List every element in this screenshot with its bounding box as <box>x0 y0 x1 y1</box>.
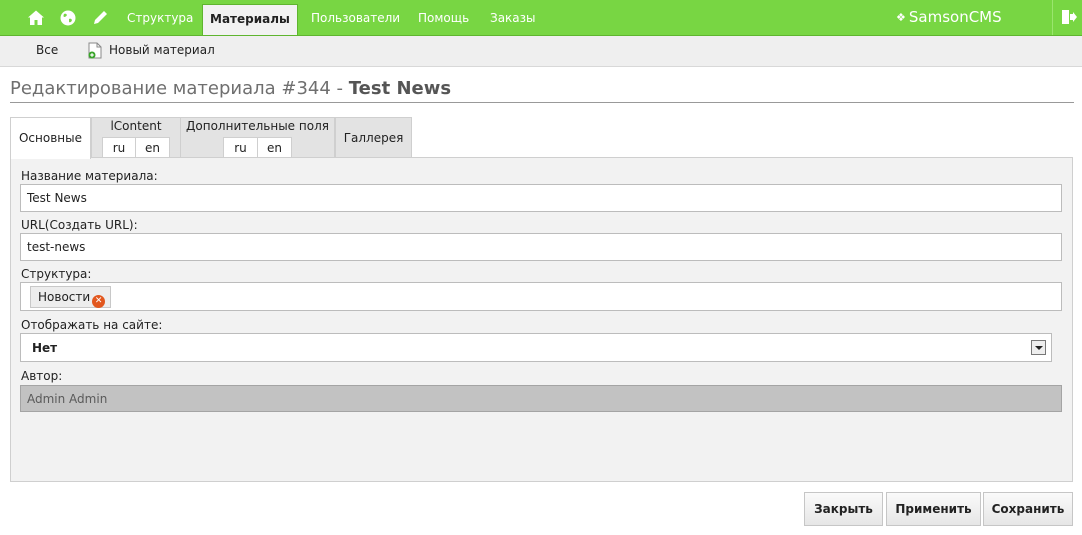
page-title: Редактирование материала #344 - Test New… <box>10 78 451 99</box>
author-field: Admin Admin <box>20 385 1062 412</box>
apply-button[interactable]: Применить <box>886 492 981 526</box>
page-title-name: Test News <box>348 78 452 99</box>
dropdown-arrow-icon[interactable] <box>1031 340 1046 355</box>
visible-label: Отображать на сайте: <box>21 318 163 332</box>
material-name-field[interactable]: Test News <box>20 184 1062 212</box>
material-name-label: Название материала: <box>21 169 158 183</box>
nav-users[interactable]: Пользователи <box>311 0 400 35</box>
structure-tag: Новости ✕ <box>30 286 112 308</box>
tab-lcontent-lang-ru[interactable]: ru <box>102 137 136 158</box>
nav-structure[interactable]: Структура <box>127 0 193 35</box>
tab-main-label: Основные <box>18 131 82 145</box>
structure-tag-label: Новости <box>38 290 91 304</box>
top-navigation-bar: Структура Материалы Пользователи Помощь … <box>0 0 1082 36</box>
tab-gallery[interactable]: Галлерея <box>335 117 412 158</box>
tab-extra-fields[interactable]: Дополнительные поля ru en <box>180 117 335 158</box>
url-field[interactable]: test-news <box>20 233 1062 261</box>
page-title-prefix: Редактирование материала #344 - <box>10 78 349 99</box>
tab-gallery-label: Галлерея <box>343 131 404 145</box>
pencil-icon[interactable] <box>91 9 109 27</box>
tab-extra-fields-lang-ru[interactable]: ru <box>223 137 258 158</box>
title-divider <box>10 102 1074 103</box>
close-button[interactable]: Закрыть <box>804 492 883 526</box>
visible-select[interactable]: Нет <box>20 333 1052 362</box>
new-document-icon[interactable] <box>88 42 102 59</box>
tab-lcontent[interactable]: lContent ru en <box>91 117 181 158</box>
subnav-all[interactable]: Все <box>36 36 58 66</box>
remove-icon[interactable]: ✕ <box>92 295 106 308</box>
url-label: URL(Создать URL): <box>21 218 138 232</box>
tab-lcontent-label: lContent <box>110 119 162 133</box>
subnav-new-material[interactable]: Новый материал <box>109 36 215 66</box>
visible-select-value: Нет <box>32 341 58 355</box>
sub-navigation-bar: Все Новый материал <box>0 36 1082 67</box>
nav-help[interactable]: Помощь <box>418 0 469 35</box>
brand-logo: ❖ SamsonCMS <box>896 0 1002 35</box>
tab-lcontent-lang-en[interactable]: en <box>135 137 170 158</box>
nav-orders[interactable]: Заказы <box>490 0 536 35</box>
tab-extra-fields-label: Дополнительные поля <box>186 119 329 133</box>
save-button[interactable]: Сохранить <box>983 492 1073 526</box>
home-icon[interactable] <box>27 9 45 27</box>
author-label: Автор: <box>21 369 63 383</box>
logout-button[interactable] <box>1052 0 1082 35</box>
globe-icon[interactable] <box>59 9 77 27</box>
structure-label: Структура: <box>21 267 92 281</box>
brand-name: SamsonCMS <box>908 8 1002 26</box>
tab-main[interactable]: Основные <box>10 117 91 159</box>
logout-icon <box>1062 10 1077 24</box>
structure-field[interactable] <box>20 282 1062 311</box>
nav-materials[interactable]: Материалы <box>202 4 298 35</box>
paw-icon: ❖ <box>896 11 906 24</box>
tab-extra-fields-lang-en[interactable]: en <box>257 137 292 158</box>
